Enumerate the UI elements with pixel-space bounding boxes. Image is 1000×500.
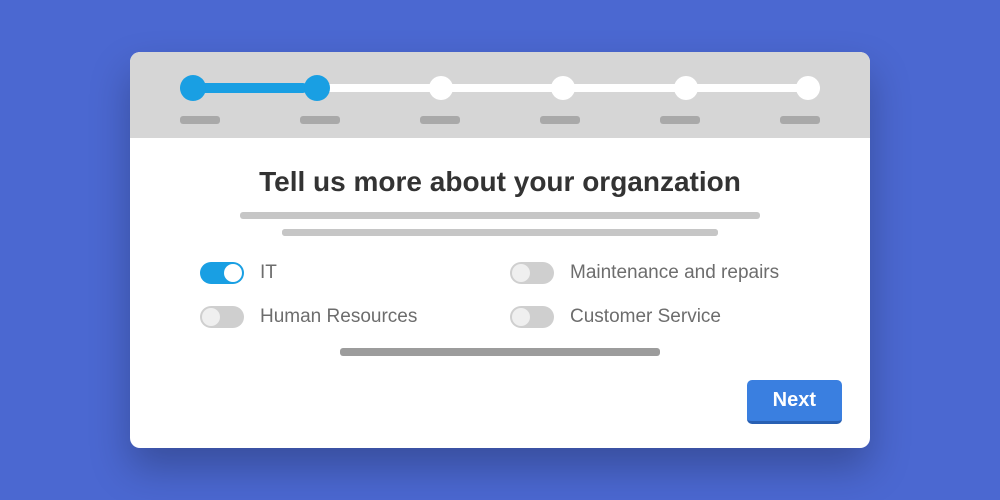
options-grid: IT Maintenance and repairs Human Resourc… [200, 262, 800, 328]
step-dot-4[interactable] [551, 76, 575, 100]
step-label-placeholder [300, 116, 340, 124]
option-it: IT [200, 262, 490, 284]
page-title: Tell us more about your organzation [200, 166, 800, 198]
step-dot-6[interactable] [796, 76, 820, 100]
stepper-labels [180, 116, 820, 124]
bottom-placeholder-line [340, 348, 660, 356]
toggle-hr[interactable] [200, 306, 244, 328]
option-customer-service: Customer Service [510, 306, 800, 328]
progress-stepper [130, 52, 870, 138]
stepper-steps [180, 74, 820, 102]
option-maintenance: Maintenance and repairs [510, 262, 800, 284]
option-hr: Human Resources [200, 306, 490, 328]
step-label-placeholder [420, 116, 460, 124]
step-dot-3[interactable] [429, 76, 453, 100]
card-footer: Next [130, 380, 870, 448]
option-label: Maintenance and repairs [570, 262, 779, 284]
card-body: Tell us more about your organzation IT M… [130, 138, 870, 380]
toggle-it[interactable] [200, 262, 244, 284]
step-label-placeholder [180, 116, 220, 124]
toggle-maintenance[interactable] [510, 262, 554, 284]
option-label: Customer Service [570, 306, 721, 328]
stepper-track [180, 74, 820, 102]
step-label-placeholder [660, 116, 700, 124]
onboarding-card: Tell us more about your organzation IT M… [130, 52, 870, 448]
toggle-customer-service[interactable] [510, 306, 554, 328]
option-label: IT [260, 262, 277, 284]
subtitle-placeholder [200, 212, 800, 236]
option-label: Human Resources [260, 306, 417, 328]
step-dot-5[interactable] [674, 76, 698, 100]
step-dot-1[interactable] [180, 75, 206, 101]
step-label-placeholder [780, 116, 820, 124]
next-button[interactable]: Next [747, 380, 842, 424]
step-label-placeholder [540, 116, 580, 124]
step-dot-2[interactable] [304, 75, 330, 101]
